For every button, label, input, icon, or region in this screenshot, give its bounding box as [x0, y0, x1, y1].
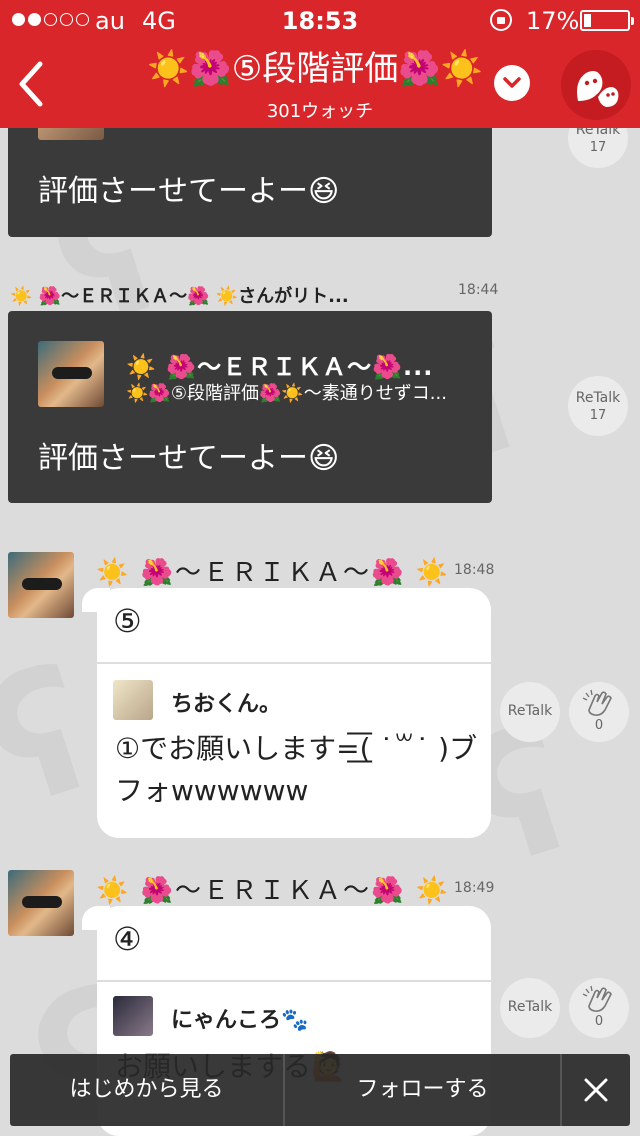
quoted-text: ①でお願いします=͟͟͞͞( ˙꒳˙ )ブフォwwwwww — [115, 732, 478, 807]
retalk-button[interactable]: ReTalk — [500, 682, 560, 742]
card-text: 評価さーせてーよー😆 — [38, 441, 340, 476]
rotation-lock-icon — [490, 9, 512, 31]
chevron-down-icon — [503, 77, 521, 88]
divider — [97, 980, 491, 982]
page-subtitle: 301ウォッチ — [266, 101, 374, 122]
clap-count: 0 — [594, 1014, 604, 1029]
quoted-room: ☀️🌺⑤段階評価🌺☀️〜素通りせずコ... — [126, 383, 447, 404]
view-from-start-button[interactable]: はじめから見る — [10, 1054, 283, 1126]
talk-title: ☀️🌺⑤段階評価🌺☀️ — [130, 46, 500, 92]
mascot-menu-button[interactable] — [561, 50, 631, 120]
page-title: ☀️🌺⑤段階評価🌺☀️ — [147, 49, 483, 89]
message-body: ⑤ — [113, 602, 142, 640]
divider — [97, 662, 491, 664]
close-icon — [584, 1078, 608, 1102]
quoted-avatar — [113, 680, 153, 720]
avatar — [38, 341, 104, 407]
retalked-by: ☀️ 🌺〜ＥＲＩＫＡ〜🌺 ☀️さんがリト... — [10, 286, 349, 307]
timestamp: 18:49 — [454, 880, 495, 896]
header: au 4G 18:53 17% ☀️🌺⑤段階評価🌺☀️ 301ウォッチ — [0, 0, 640, 128]
close-button[interactable] — [562, 1054, 630, 1126]
author-name: ☀️ 🌺〜ＥＲＩＫＡ〜🌺 ☀️ — [96, 876, 451, 906]
timestamp: 18:44 — [458, 282, 499, 298]
message-bubble[interactable]: ⑤ ちおくん。 ①でお願いします=͟͟͞͞( ˙꒳˙ )ブフォwwwwww — [97, 588, 491, 838]
mascot-icon — [577, 71, 619, 107]
retalk-card[interactable]: ☀️ 🌺〜ＥＲＩＫＡ〜🌺... ☀️🌺⑤段階評価🌺☀️〜素通りせずコ... 評価… — [8, 311, 492, 503]
retalk-attribution: ☀️ 🌺〜ＥＲＩＫＡ〜🌺 ☀️さんがリト... 18:44 — [0, 282, 640, 307]
title-dropdown-button[interactable] — [494, 65, 530, 101]
clap-count: 0 — [594, 718, 604, 733]
status-bar: au 4G 18:53 17% — [0, 0, 640, 40]
author-name: ☀️ 🌺〜ＥＲＩＫＡ〜🌺 ☀️ — [96, 558, 451, 588]
quoted-user: ちおくん。 — [171, 692, 282, 717]
battery-icon — [580, 10, 634, 31]
timestamp: 18:48 — [454, 562, 495, 578]
card-text: 評価さーせてーよー😆 — [38, 174, 340, 209]
clap-button[interactable]: 0 — [569, 682, 629, 742]
retalk-button[interactable]: ReTalk 17 — [568, 376, 628, 436]
message-header: ☀️ 🌺〜ＥＲＩＫＡ〜🌺 ☀️ 18:48 — [0, 550, 640, 590]
battery-percent: 17% — [526, 7, 580, 35]
retalk-button[interactable]: ReTalk — [500, 978, 560, 1038]
clap-button[interactable]: 0 — [569, 978, 629, 1038]
quoted-user: にゃんころ🐾 — [171, 1008, 309, 1033]
message-body: ④ — [113, 920, 142, 958]
talk-feed[interactable]: 評価さーせてーよー😆 ReTalk 17 ☀️ 🌺〜ＥＲＩＫＡ〜🌺 ☀️さんがリ… — [0, 0, 640, 1136]
bottom-action-bar: はじめから見る フォローする — [10, 1054, 630, 1126]
message-header: ☀️ 🌺〜ＥＲＩＫＡ〜🌺 ☀️ 18:49 — [0, 868, 640, 908]
follow-button[interactable]: フォローする — [285, 1054, 560, 1126]
quoted-user: ☀️ 🌺〜ＥＲＩＫＡ〜🌺... — [126, 353, 434, 381]
quoted-avatar — [113, 996, 153, 1036]
